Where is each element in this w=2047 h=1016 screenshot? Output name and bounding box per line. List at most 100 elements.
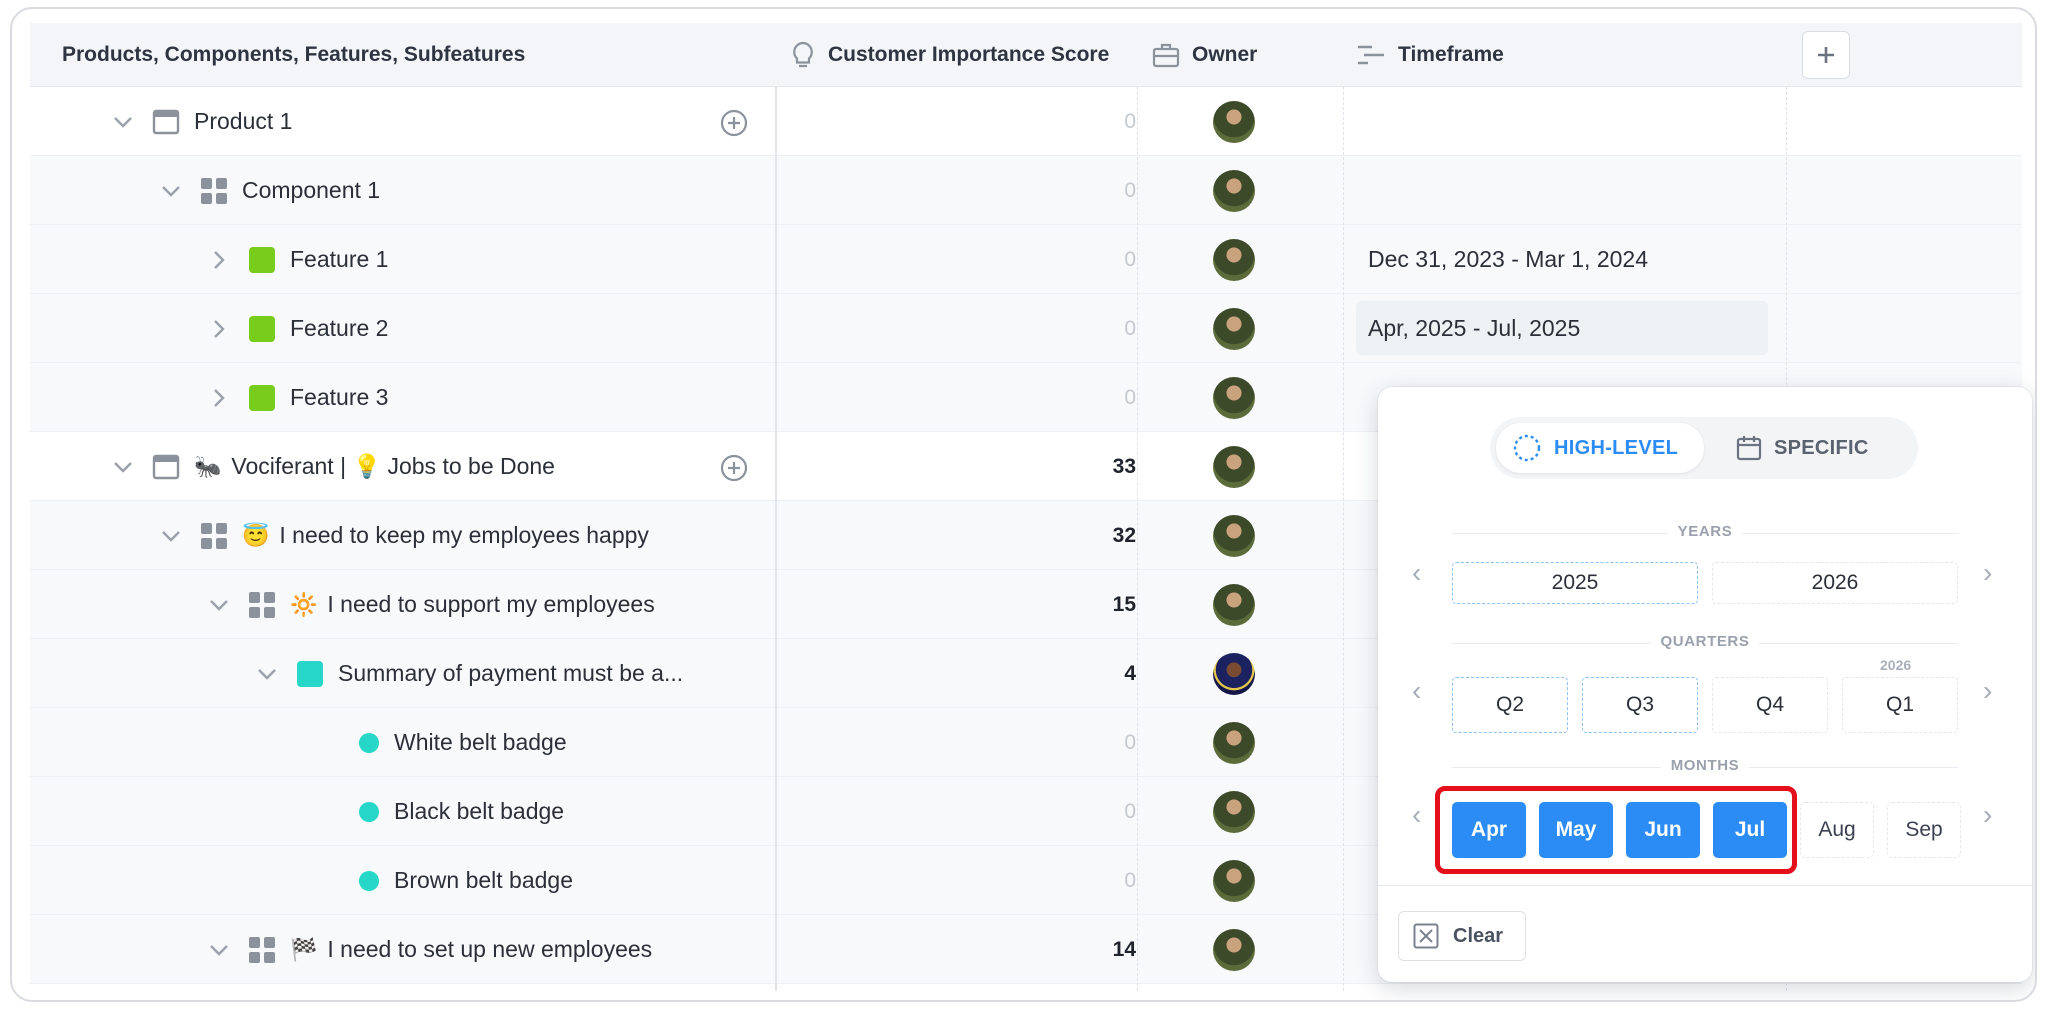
- add-column-button[interactable]: [1802, 31, 1850, 79]
- clear-x-icon: [1413, 923, 1439, 949]
- chevron-down-icon[interactable]: [108, 116, 138, 128]
- quarter-option[interactable]: Q3: [1582, 677, 1698, 733]
- owner-avatar[interactable]: [1213, 653, 1255, 695]
- column-header-label: Timeframe: [1398, 43, 1504, 66]
- clear-button[interactable]: Clear: [1398, 911, 1526, 961]
- owner-avatar[interactable]: [1213, 791, 1255, 833]
- table-header: Products, Components, Features, Subfeatu…: [30, 23, 2022, 87]
- column-divider: [1343, 87, 1344, 991]
- chevron-right-icon[interactable]: [204, 319, 234, 339]
- chevron-down-icon[interactable]: [204, 944, 234, 956]
- chevron-down-icon[interactable]: [108, 461, 138, 473]
- subfeature-dot-icon: [358, 801, 380, 823]
- years-prev-arrow[interactable]: ‹: [1412, 557, 1421, 589]
- years-next-arrow[interactable]: ›: [1983, 557, 1992, 589]
- timeframe-value[interactable]: Dec 31, 2023 - Mar 1, 2024: [1368, 225, 1648, 294]
- importance-score: 0: [1124, 178, 1136, 202]
- feature-icon: [296, 660, 324, 688]
- importance-score: 14: [1112, 937, 1136, 961]
- importance-score: 33: [1112, 454, 1136, 478]
- timeline-icon: [1358, 45, 1384, 65]
- row-name: I need to set up new employees: [327, 936, 653, 962]
- importance-score: 0: [1124, 799, 1136, 823]
- row-name: Vociferant | 💡 Jobs to be Done: [231, 453, 555, 479]
- importance-score: 0: [1124, 730, 1136, 754]
- owner-avatar[interactable]: [1213, 446, 1255, 488]
- add-child-icon[interactable]: [720, 454, 748, 487]
- chevron-down-icon[interactable]: [156, 185, 186, 197]
- months-prev-arrow[interactable]: ‹: [1412, 799, 1421, 831]
- owner-avatar[interactable]: [1213, 584, 1255, 626]
- column-header-label: Products, Components, Features, Subfeatu…: [62, 43, 526, 66]
- quarter-option[interactable]: Q1: [1842, 677, 1958, 733]
- halo-emoji-icon: 😇: [242, 522, 270, 548]
- component-icon: [248, 936, 276, 964]
- months-section-label: MONTHS: [1452, 757, 1958, 774]
- owner-avatar[interactable]: [1213, 929, 1255, 971]
- component-icon: [248, 591, 276, 619]
- quarters-prev-arrow[interactable]: ‹: [1412, 675, 1421, 707]
- row-name: Feature 3: [290, 384, 389, 410]
- importance-score: 4: [1124, 661, 1136, 685]
- row-name: Brown belt badge: [394, 867, 574, 893]
- chevron-down-icon[interactable]: [252, 668, 282, 680]
- owner-avatar[interactable]: [1213, 722, 1255, 764]
- lightbulb-icon: [793, 41, 813, 68]
- owner-avatar[interactable]: [1213, 239, 1255, 281]
- mode-specific-button[interactable]: SPECIFIC: [1720, 423, 1910, 473]
- column-divider: [775, 23, 777, 991]
- quarters-next-arrow[interactable]: ›: [1983, 675, 1992, 707]
- feature-icon: [248, 384, 276, 412]
- year-option[interactable]: 2026: [1712, 562, 1958, 604]
- quarter-option[interactable]: Q2: [1452, 677, 1568, 733]
- months-next-arrow[interactable]: ›: [1983, 799, 1992, 831]
- owner-avatar[interactable]: [1213, 515, 1255, 557]
- subfeature-dot-icon: [358, 870, 380, 892]
- table-row[interactable]: Product 1 0: [30, 87, 2022, 156]
- row-name: White belt badge: [394, 729, 567, 755]
- product-icon: [152, 109, 180, 135]
- chevron-down-icon[interactable]: [204, 599, 234, 611]
- timeframe-value[interactable]: Apr, 2025 - Jul, 2025: [1368, 294, 1580, 363]
- plus-icon: [1818, 47, 1834, 63]
- years-section-label: YEARS: [1452, 523, 1958, 540]
- table-row[interactable]: Feature 2 0 Apr, 2025 - Jul, 2025: [30, 294, 2022, 363]
- mode-high-level-label: HIGH-LEVEL: [1554, 436, 1679, 459]
- chevron-right-icon[interactable]: [204, 388, 234, 408]
- owner-avatar[interactable]: [1213, 101, 1255, 143]
- month-option[interactable]: Sep: [1887, 802, 1961, 858]
- row-name: I need to support my employees: [327, 591, 655, 617]
- row-name: Product 1: [194, 108, 293, 134]
- subfeature-dot-icon: [358, 732, 380, 754]
- owner-avatar[interactable]: [1213, 377, 1255, 419]
- table-row[interactable]: Component 1 0: [30, 156, 2022, 225]
- column-header-label: Customer Importance Score: [828, 43, 1110, 66]
- timeframe-picker: HIGH-LEVEL SPECIFIC YEARS ‹ 2025 2026 › …: [1378, 387, 2032, 982]
- section-divider: [1378, 885, 2032, 886]
- add-child-icon[interactable]: [720, 109, 748, 142]
- importance-score: 15: [1112, 592, 1136, 616]
- quarter-option[interactable]: Q4: [1712, 677, 1828, 733]
- mode-specific-label: SPECIFIC: [1774, 436, 1869, 459]
- row-name: Summary of payment must be a...: [338, 660, 684, 686]
- year-option[interactable]: 2025: [1452, 562, 1698, 604]
- chevron-right-icon[interactable]: [204, 250, 234, 270]
- quarter-year-hint: 2026: [1880, 657, 1912, 673]
- owner-avatar[interactable]: [1213, 308, 1255, 350]
- column-header-score[interactable]: Customer Importance Score: [790, 23, 1109, 87]
- column-header-name[interactable]: Products, Components, Features, Subfeatu…: [62, 23, 525, 87]
- table-row[interactable]: Feature 1 0 Dec 31, 2023 - Mar 1, 2024: [30, 225, 2022, 294]
- importance-score: 0: [1124, 109, 1136, 133]
- owner-avatar[interactable]: [1213, 170, 1255, 212]
- briefcase-icon: [1152, 43, 1180, 68]
- quarters-section-label: QUARTERS: [1452, 633, 1958, 650]
- component-icon: [200, 522, 228, 550]
- column-header-owner[interactable]: Owner: [1152, 23, 1257, 87]
- row-name: Black belt badge: [394, 798, 565, 824]
- column-header-timeframe[interactable]: Timeframe: [1356, 23, 1504, 87]
- row-name: Component 1: [242, 177, 381, 203]
- month-option[interactable]: Aug: [1800, 802, 1874, 858]
- mode-high-level-button[interactable]: HIGH-LEVEL: [1496, 423, 1704, 473]
- chevron-down-icon[interactable]: [156, 530, 186, 542]
- owner-avatar[interactable]: [1213, 860, 1255, 902]
